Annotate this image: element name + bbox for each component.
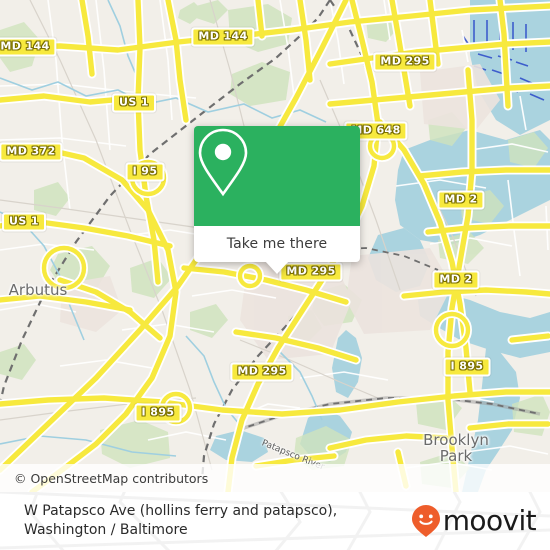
take-me-there-button[interactable]: Take me there [194,226,360,262]
place-label-arbutus: Arbutus [8,281,68,299]
moovit-brand[interactable]: moovit [411,504,537,537]
road-shield[interactable]: US 1 [112,93,156,113]
callout-pin-panel [194,126,360,226]
take-me-there-label: Take me there [226,236,328,252]
road-shield[interactable]: I 895 [443,357,491,377]
moovit-wordmark: moovit [442,504,537,537]
moovit-smiley-pin-icon [411,505,440,537]
map-attribution-bar: © OpenStreetMap contributors [0,464,550,492]
road-shield[interactable]: MD 144 [191,27,255,47]
road-shield[interactable]: MD 2 [432,270,480,290]
location-title-line2: Washington / Baltimore [24,522,188,538]
road-shield[interactable]: I 895 [134,403,182,423]
location-title: W Patapsco Ave (hollins ferry and pataps… [24,502,384,540]
map-pin-icon [198,128,248,197]
road-shield[interactable]: MD 295 [230,362,294,382]
location-callout-card[interactable]: Take me there [194,126,360,274]
location-title-line1: W Patapsco Ave (hollins ferry and pataps… [24,503,338,519]
road-shield[interactable]: MD 295 [373,52,437,72]
map-screen: MD 144 MD 144 MD 295 US 1 MD 648 MD 372 … [0,0,550,550]
road-shield[interactable]: MD 372 [0,142,63,162]
attribution-text[interactable]: © OpenStreetMap contributors [0,471,208,486]
road-shield[interactable]: US 1 [2,212,46,232]
footer-bar: W Patapsco Ave (hollins ferry and pataps… [0,492,550,550]
callout-tail [265,261,289,274]
road-shield[interactable]: I 95 [125,162,165,182]
place-label-park: Park [439,447,473,465]
map-canvas[interactable]: MD 144 MD 144 MD 295 US 1 MD 648 MD 372 … [0,0,550,492]
road-shield[interactable]: MD 144 [0,37,57,57]
road-shield[interactable]: MD 2 [437,190,485,210]
